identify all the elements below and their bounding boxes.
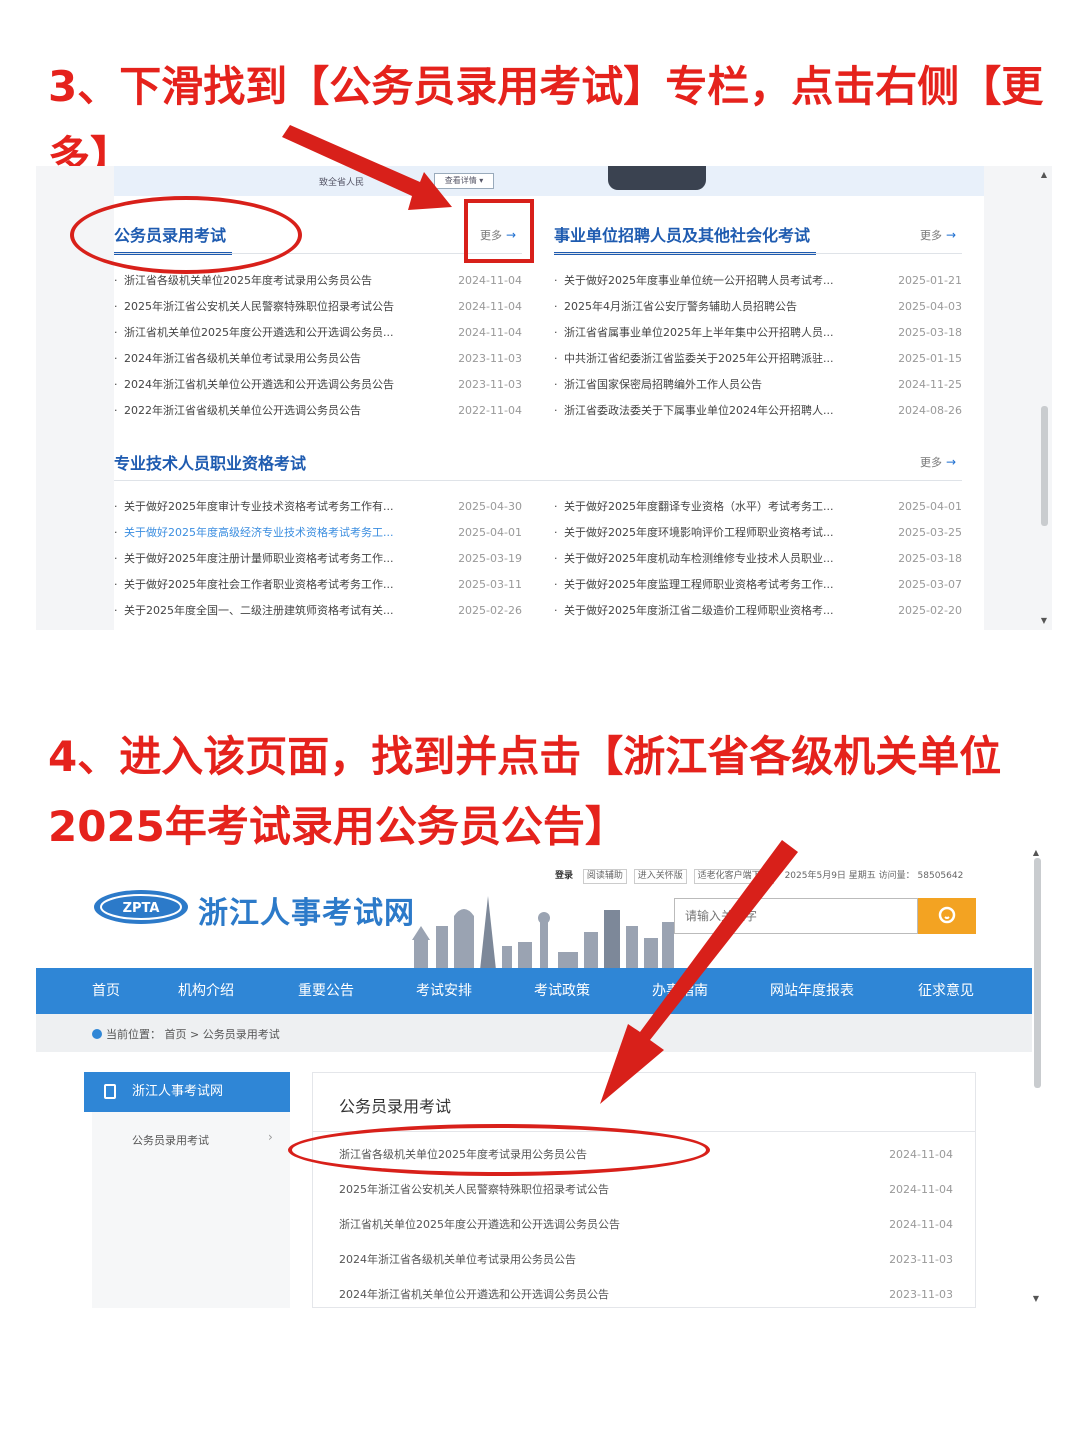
annotation-arrow-icon	[282, 125, 452, 210]
annotation-arrow-icon	[600, 840, 798, 1104]
annotation-arrows	[282, 125, 798, 1104]
